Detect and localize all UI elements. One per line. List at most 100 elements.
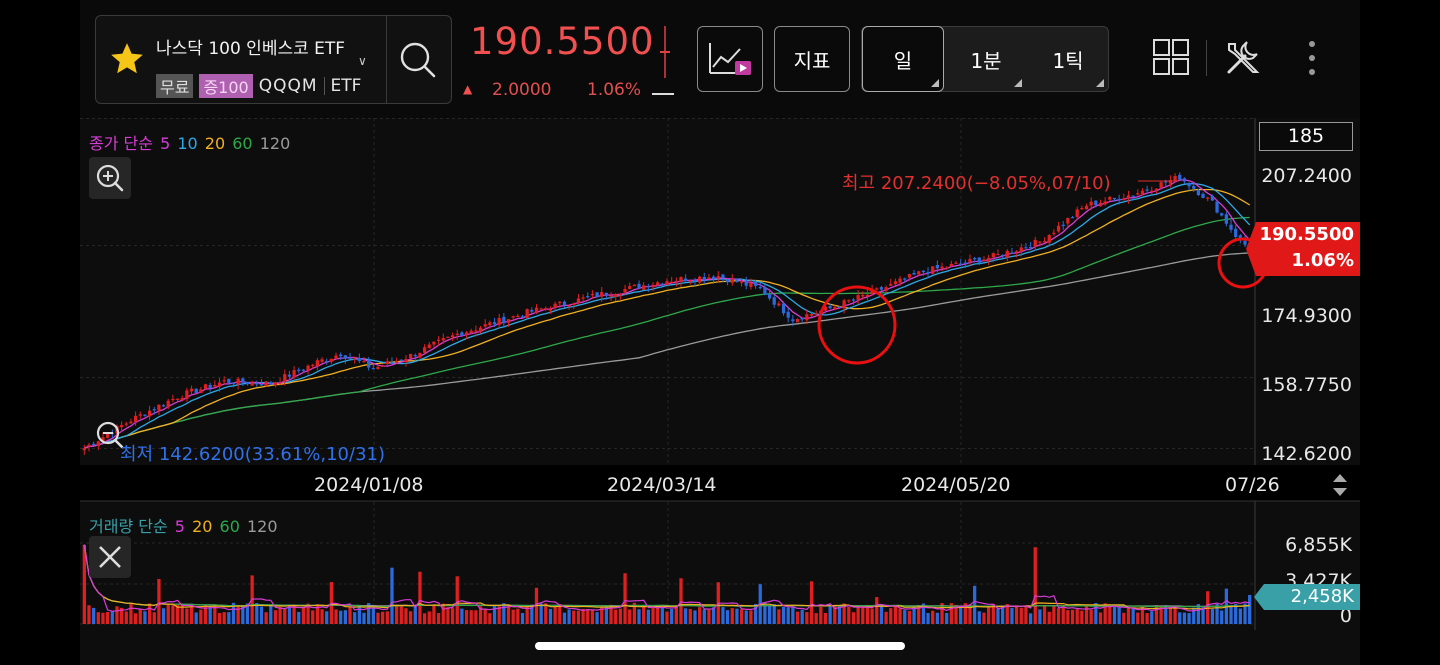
- price-candle: [590, 293, 595, 296]
- price-candle: [604, 292, 609, 296]
- volume-bar: [1014, 605, 1019, 624]
- price-candle: [1131, 195, 1135, 197]
- search-icon[interactable]: [396, 38, 440, 82]
- price-candle: [1126, 195, 1131, 199]
- volume-bar: [1126, 606, 1131, 624]
- volume-bar: [1112, 606, 1117, 624]
- price-candle: [161, 405, 166, 407]
- price-candle: [436, 339, 441, 341]
- price-candle: [455, 333, 459, 335]
- volume-bar: [96, 612, 100, 624]
- price-candle: [166, 400, 170, 408]
- volume-bar: [730, 608, 734, 624]
- price-candle: [1159, 182, 1163, 188]
- price-candle: [539, 308, 543, 310]
- tools-icon[interactable]: [1223, 38, 1263, 78]
- price-candle: [506, 319, 511, 323]
- volume-bar: [781, 606, 786, 624]
- price-candle: [940, 266, 944, 269]
- price-candle: [334, 355, 338, 359]
- price-candle: [255, 383, 259, 385]
- volume-bar: [418, 571, 422, 624]
- volume-bar: [1028, 613, 1033, 624]
- home-indicator[interactable]: [535, 642, 905, 650]
- period-minute-tab[interactable]: 1분: [946, 27, 1026, 91]
- price-candle: [898, 278, 902, 283]
- volume-bar: [147, 603, 152, 624]
- price-candle: [446, 336, 450, 338]
- favorite-star-icon[interactable]: [108, 40, 146, 78]
- legend-ma-10: 10: [177, 134, 198, 153]
- layout-grid-icon[interactable]: [1152, 38, 1192, 78]
- volume-bar: [464, 610, 469, 624]
- price-candle: [1024, 247, 1028, 249]
- price-candle: [269, 382, 273, 385]
- price-candle: [367, 360, 371, 368]
- price-candle: [674, 280, 678, 283]
- price-candle: [544, 308, 548, 310]
- dropdown-corner-icon: [931, 79, 939, 87]
- price-volume-chart[interactable]: [80, 118, 1360, 630]
- price-candle: [907, 274, 912, 278]
- volume-ma-legend[interactable]: 거래량 단순 5 20 60 120: [89, 513, 280, 537]
- scroll-up-down-icon[interactable]: [1327, 470, 1353, 500]
- volume-bar: [693, 610, 697, 624]
- price-candle: [716, 276, 720, 279]
- close-volume-button[interactable]: [89, 536, 131, 578]
- price-ma-legend[interactable]: 종가 단순 5 10 20 60 120: [89, 130, 292, 154]
- more-vertical-icon[interactable]: [1302, 38, 1322, 78]
- symbol-selector[interactable]: 나스닥 100 인베스코 ETF ∨ 무료 증100 QQQM ETF: [95, 15, 452, 104]
- price-candle: [315, 360, 320, 367]
- volume-bar: [1033, 547, 1037, 624]
- chevron-down-icon[interactable]: ∨: [358, 54, 367, 68]
- price-candle: [1028, 247, 1033, 249]
- price-candle: [1196, 190, 1201, 196]
- price-candle: [697, 276, 702, 283]
- period-label: 일: [893, 48, 913, 73]
- x-date-label: 07/26: [1225, 474, 1280, 496]
- price-candle: [1075, 209, 1079, 218]
- period-day-tab[interactable]: 일: [862, 26, 944, 92]
- price-candle: [931, 266, 935, 274]
- volume-bar: [474, 610, 478, 624]
- price-candle: [418, 352, 422, 358]
- period-tick-tab[interactable]: 1틱: [1028, 27, 1108, 91]
- price-candle-icon: [660, 26, 670, 78]
- price-candle: [758, 287, 762, 289]
- volume-bar: [1210, 609, 1215, 624]
- price-change-percent: 1.06%: [587, 80, 642, 100]
- volume-bar: [520, 613, 525, 624]
- price-candle: [497, 318, 501, 325]
- price-candle: [297, 369, 301, 371]
- volume-bar: [1019, 607, 1023, 624]
- price-candle: [959, 263, 963, 265]
- volume-bar: [935, 612, 939, 624]
- leverage-badge: 증100: [199, 74, 253, 98]
- volume-bar: [642, 606, 646, 624]
- volume-bar: [506, 605, 511, 624]
- volume-bar: [436, 613, 441, 624]
- up-arrow-icon: ▲: [463, 82, 473, 96]
- divider: [386, 16, 387, 103]
- price-candle: [945, 267, 949, 269]
- price-candle: [301, 369, 306, 371]
- volume-bar: [264, 612, 268, 624]
- zoom-in-icon: [96, 164, 124, 192]
- volume-bar: [450, 608, 455, 624]
- volume-bar: [856, 606, 860, 624]
- line-chart-play-icon: [709, 43, 751, 75]
- price-candle: [1014, 251, 1019, 253]
- indicator-button[interactable]: 지표: [774, 26, 850, 92]
- candle-count-box[interactable]: 185: [1259, 122, 1353, 151]
- chart-type-button[interactable]: [697, 26, 763, 92]
- volume-bar: [460, 608, 464, 624]
- price-candle: [273, 382, 278, 386]
- x-date-label: 2024/03/14: [607, 474, 717, 496]
- volume-bar: [786, 607, 790, 624]
- low-annotation: 최저 142.6200(33.61%,10/31): [120, 444, 386, 465]
- price-candle: [656, 282, 660, 286]
- price-candle: [954, 262, 958, 264]
- volume-bar: [469, 610, 473, 624]
- zoom-in-button[interactable]: [89, 157, 131, 199]
- volume-bar: [1187, 613, 1191, 624]
